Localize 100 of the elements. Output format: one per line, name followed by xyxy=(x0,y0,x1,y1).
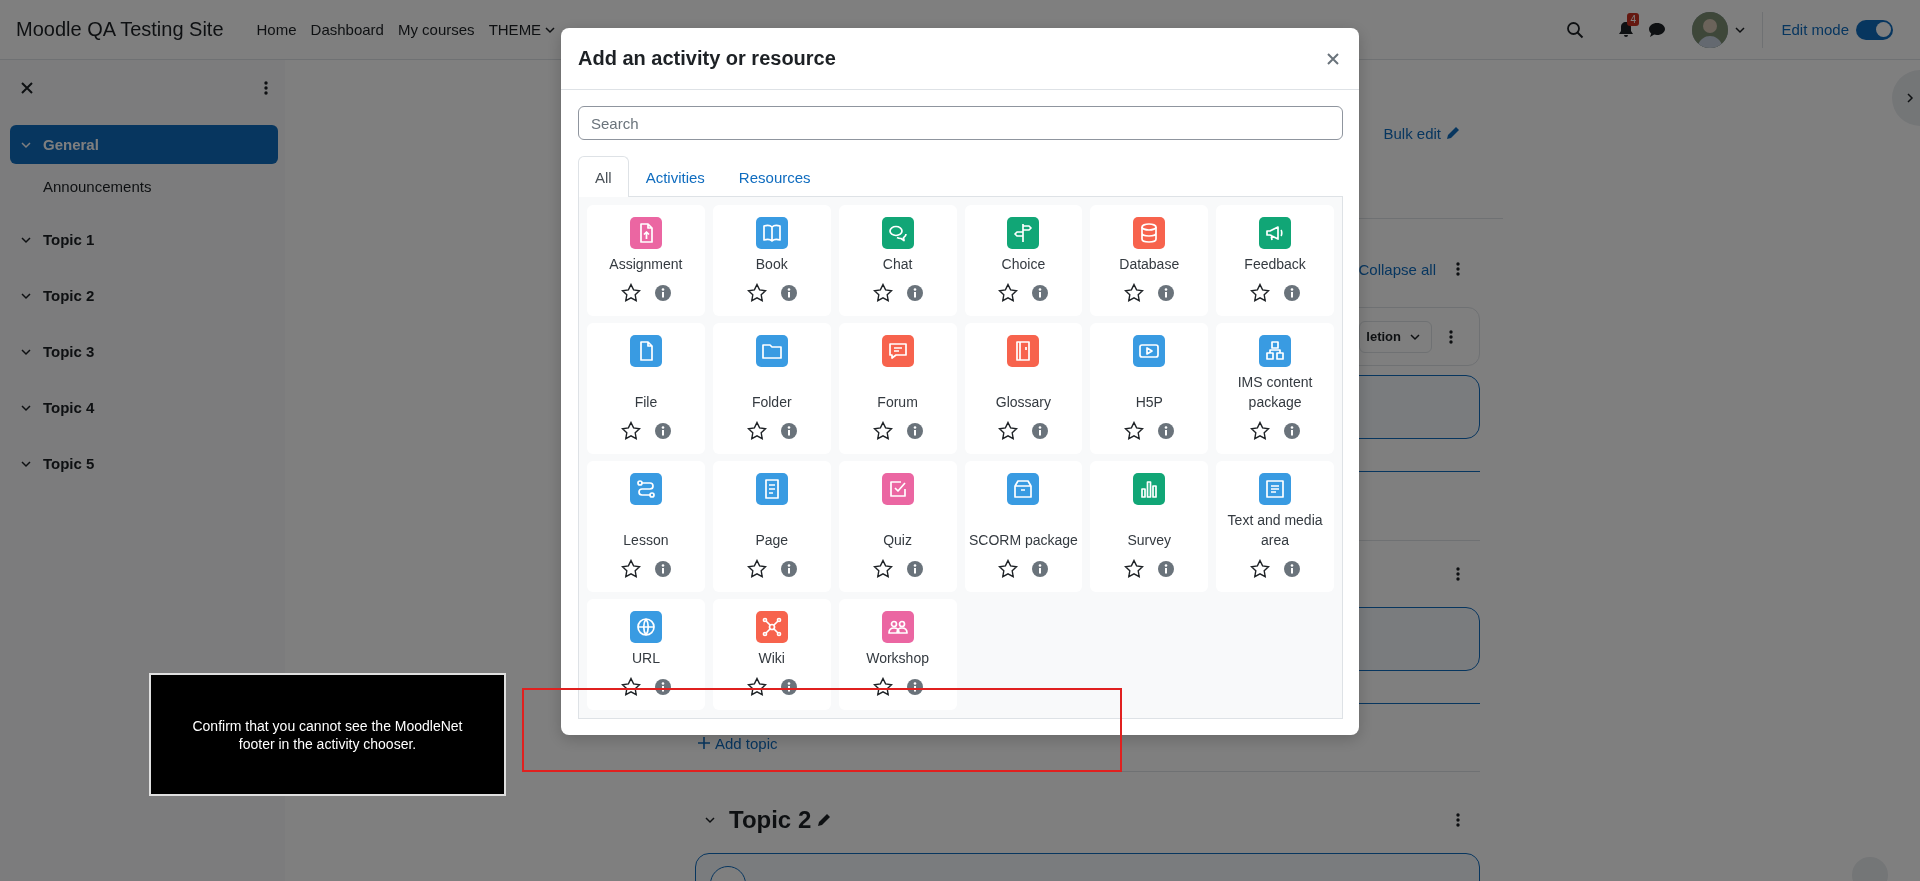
star-icon[interactable] xyxy=(1250,559,1271,579)
info-icon[interactable] xyxy=(654,679,671,695)
course-index-item[interactable]: Topic 4 xyxy=(10,388,278,427)
star-icon[interactable] xyxy=(620,677,641,697)
close-icon[interactable] xyxy=(21,82,33,94)
star-icon[interactable] xyxy=(872,283,893,303)
activity-card[interactable]: Book xyxy=(712,205,831,316)
info-icon[interactable] xyxy=(780,679,797,695)
info-icon[interactable] xyxy=(1158,423,1175,439)
info-icon[interactable] xyxy=(906,285,923,301)
info-icon[interactable] xyxy=(1158,561,1175,577)
course-index-item[interactable]: Topic 5 xyxy=(10,444,278,483)
activity-card[interactable]: Survey xyxy=(1090,461,1209,592)
activity-card[interactable]: Page xyxy=(712,461,831,592)
activity-name: Folder xyxy=(751,393,792,412)
info-icon[interactable] xyxy=(1158,285,1175,301)
activity-card[interactable]: Text and media area xyxy=(1216,461,1334,592)
activity-card[interactable]: Database xyxy=(1090,205,1209,316)
kebab-menu-icon[interactable] xyxy=(264,81,268,95)
info-icon[interactable] xyxy=(1284,285,1301,301)
search-icon[interactable] xyxy=(1566,20,1585,39)
star-icon[interactable] xyxy=(746,421,767,441)
nav-link[interactable]: Home xyxy=(256,21,297,38)
star-icon[interactable] xyxy=(872,559,893,579)
nav-link[interactable]: Dashboard xyxy=(310,21,384,38)
tab[interactable]: Activities xyxy=(628,156,722,197)
course-index-item[interactable]: Topic 2 xyxy=(10,276,278,315)
activity-card[interactable]: Glossary xyxy=(964,323,1083,454)
info-icon[interactable] xyxy=(780,561,797,577)
info-icon[interactable] xyxy=(1032,423,1049,439)
star-icon[interactable] xyxy=(998,421,1019,441)
star-icon[interactable] xyxy=(620,283,641,303)
info-icon[interactable] xyxy=(906,679,923,695)
nav-link[interactable]: My courses xyxy=(397,21,475,38)
activity-card[interactable]: Quiz xyxy=(838,461,957,592)
site-name[interactable]: Moodle QA Testing Site xyxy=(16,18,224,41)
info-icon[interactable] xyxy=(654,423,671,439)
activity-card[interactable]: Folder xyxy=(712,323,831,454)
kebab-menu-icon[interactable] xyxy=(1449,329,1453,344)
activity-card[interactable]: H5P xyxy=(1090,323,1209,454)
star-icon[interactable] xyxy=(872,421,893,441)
edit-mode-toggle[interactable] xyxy=(1856,19,1893,40)
activity-card[interactable]: Choice xyxy=(964,205,1083,316)
info-icon[interactable] xyxy=(1284,561,1301,577)
star-icon[interactable] xyxy=(746,677,767,697)
course-index-link[interactable]: Announcements xyxy=(43,169,285,203)
bell-icon[interactable] xyxy=(1618,21,1635,38)
star-icon[interactable] xyxy=(620,421,641,441)
star-icon[interactable] xyxy=(1250,421,1271,441)
activity-card[interactable]: IMS content package xyxy=(1216,323,1334,454)
search-field[interactable]: Search xyxy=(578,106,1343,140)
star-icon[interactable] xyxy=(872,677,893,697)
activity-card[interactable]: Workshop xyxy=(838,599,957,710)
star-icon[interactable] xyxy=(1124,421,1145,441)
kebab-menu-icon[interactable] xyxy=(1456,567,1460,581)
chat-bubble-icon[interactable] xyxy=(1648,21,1667,38)
activity-card[interactable]: Feedback xyxy=(1216,205,1334,316)
course-index-item[interactable]: Topic 1 xyxy=(10,220,278,259)
info-icon[interactable] xyxy=(1032,561,1049,577)
kebab-menu-icon[interactable] xyxy=(1456,262,1460,276)
info-icon[interactable] xyxy=(654,285,671,301)
nav-link[interactable]: THEME xyxy=(488,21,557,38)
kebab-menu-icon[interactable] xyxy=(1456,813,1460,827)
close-icon[interactable] xyxy=(1327,52,1339,65)
activity-card[interactable]: Chat xyxy=(838,205,957,316)
info-icon[interactable] xyxy=(654,561,671,577)
activity-card[interactable]: Assignment xyxy=(587,205,705,316)
section-title: Topic 2 xyxy=(729,806,812,834)
star-icon[interactable] xyxy=(746,559,767,579)
star-icon[interactable] xyxy=(1250,283,1271,303)
star-icon[interactable] xyxy=(1124,559,1145,579)
activity-name: SCORM package xyxy=(968,531,1078,550)
activity-card[interactable]: URL xyxy=(587,599,705,710)
activity-card[interactable]: Lesson xyxy=(587,461,705,592)
info-icon[interactable] xyxy=(780,285,797,301)
activity-card[interactable]: File xyxy=(587,323,705,454)
star-icon[interactable] xyxy=(620,559,641,579)
activity-name: Survey xyxy=(1127,531,1172,550)
tab[interactable]: All xyxy=(578,156,629,197)
pencil-icon[interactable] xyxy=(817,813,832,827)
star-icon[interactable] xyxy=(746,283,767,303)
activity-name: Choice xyxy=(1001,255,1046,274)
star-icon[interactable] xyxy=(998,559,1019,579)
activity-name: Feedback xyxy=(1244,255,1306,274)
course-index-item[interactable]: Topic 3 xyxy=(10,332,278,371)
plus-icon xyxy=(698,737,710,749)
info-icon[interactable] xyxy=(906,561,923,577)
info-icon[interactable] xyxy=(780,423,797,439)
activity-name: Chat xyxy=(882,255,913,274)
activity-card[interactable]: Wiki xyxy=(712,599,831,710)
info-icon[interactable] xyxy=(906,423,923,439)
activity-card[interactable]: SCORM package xyxy=(964,461,1083,592)
star-icon[interactable] xyxy=(1124,283,1145,303)
avatar[interactable] xyxy=(1692,11,1729,48)
activity-card[interactable]: Forum xyxy=(838,323,957,454)
star-icon[interactable] xyxy=(998,283,1019,303)
pencil-icon[interactable] xyxy=(1446,126,1460,140)
info-icon[interactable] xyxy=(1032,285,1049,301)
info-icon[interactable] xyxy=(1284,423,1301,439)
tab[interactable]: Resources xyxy=(721,156,828,197)
